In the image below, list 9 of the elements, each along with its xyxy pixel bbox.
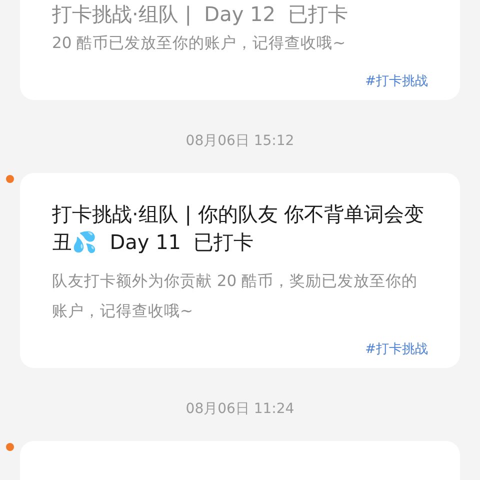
timestamp: 08月06日 11:24 — [184, 400, 296, 419]
message-title: 打卡挑战·组队 | Day 12 已打卡 — [52, 1, 350, 28]
message-title: 打卡挑战·组队 | 你的队友 你不背单词会变丑💦 Day 11 已打卡 — [52, 201, 426, 256]
topic-tag[interactable]: #打卡挑战 — [365, 340, 428, 360]
message-text: 20 酷币已发放至你的账户，记得查收哦~ — [52, 33, 347, 54]
message-card[interactable]: 打卡挑战·组队 | Day 12 已打卡 20 酷币已发放至你的账户，记得查收哦~ #打卡挑战 — [20, 0, 460, 100]
timestamp: 08月06日 15:12 — [184, 132, 296, 151]
message-text: 队友打卡额外为你贡献 20 酷币，奖励已发放至你的账户，记得查收哦~ — [52, 271, 419, 322]
topic-tag[interactable]: #打卡挑战 — [365, 72, 428, 92]
